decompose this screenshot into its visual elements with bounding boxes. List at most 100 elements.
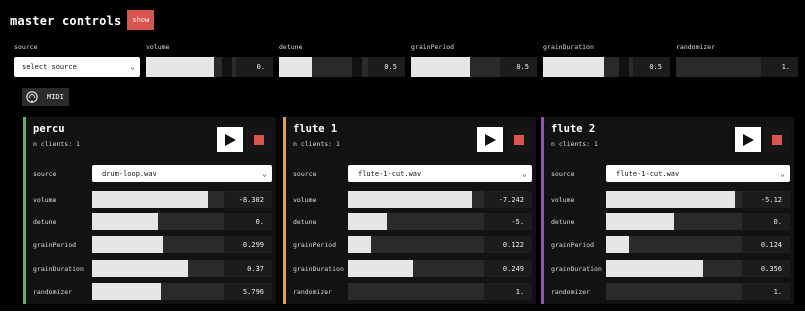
play-button[interactable] (217, 127, 243, 152)
panel-volume-value: -5.12 (742, 191, 790, 208)
slider-fill (606, 260, 703, 277)
slider-fill (92, 213, 158, 230)
panel-grainPeriod-label: grainPeriod (33, 240, 77, 249)
panel-volume-value: -8.302 (224, 191, 272, 208)
panel-grainDuration-value: 0.356 (742, 260, 790, 277)
panel-volume-row: volume -5.12 (541, 191, 794, 208)
panel-volume-slider[interactable]: -8.302 (92, 191, 272, 208)
panel-volume-label: volume (293, 195, 317, 204)
panel-randomizer-row: randomizer 1. (283, 283, 536, 300)
panel-title: flute 2 (551, 123, 596, 135)
slider-fill (92, 283, 161, 300)
master-label-grainPeriod: grainPeriod (411, 43, 455, 51)
panel-randomizer-slider[interactable]: 1. (348, 283, 532, 300)
panel-volume-row: volume -7.242 (283, 191, 536, 208)
panel-detune-slider[interactable]: 0. (92, 213, 272, 230)
panel-randomizer-slider[interactable]: 1. (606, 283, 790, 300)
panel-source-select[interactable]: flute-1-cut.wav ⌄ (606, 165, 790, 182)
panel-detune-value: 0. (742, 213, 790, 230)
panel-grainPeriod-row: grainPeriod 0.122 (283, 236, 536, 253)
panel-detune-label: detune (551, 217, 575, 226)
master-label-grainDuration: grainDuration (543, 43, 594, 51)
play-button[interactable] (735, 127, 761, 152)
master-randomizer-slider[interactable]: 1. (676, 57, 798, 77)
panel-grainDuration-row: grainDuration 0.249 (283, 260, 536, 277)
master-grainDuration-slider[interactable]: 0.5 (543, 57, 670, 77)
master-source-select[interactable]: select source ⌄ (14, 57, 140, 77)
master-detune-slider[interactable]: 0.5 (279, 57, 405, 77)
panel-randomizer-slider[interactable]: 5.796 (92, 283, 272, 300)
slider-fill (606, 236, 629, 253)
panel-grainDuration-label: grainDuration (33, 264, 84, 273)
panel-grainPeriod-label: grainPeriod (293, 240, 337, 249)
panel-volume-slider[interactable]: -5.12 (606, 191, 790, 208)
panel-clients-count: n clients: 1 (293, 140, 340, 148)
master-randomizer-value: 1. (761, 57, 798, 77)
panel-source-label: source (551, 169, 575, 178)
panel-volume-row: volume -8.302 (23, 191, 276, 208)
stop-icon (772, 134, 782, 145)
panel-volume-label: volume (33, 195, 57, 204)
panel-grainPeriod-slider[interactable]: 0.122 (348, 236, 532, 253)
play-button[interactable] (477, 127, 503, 152)
stop-button[interactable] (246, 127, 272, 152)
stop-icon (254, 134, 264, 145)
panel-clients-count: n clients: 1 (33, 140, 80, 148)
master-volume-slider[interactable]: 0. (146, 57, 273, 77)
master-grainDuration-value: 0.5 (633, 57, 670, 77)
page-title: master controls (10, 14, 122, 28)
slider-fill (92, 191, 208, 208)
panel-randomizer-value: 5.796 (224, 283, 272, 300)
panel-randomizer-value: 1. (742, 283, 790, 300)
panel-detune-row: detune 0. (541, 213, 794, 230)
panel-detune-value: 0. (224, 213, 272, 230)
master-grainPeriod-slider[interactable]: 0.5 (411, 57, 537, 77)
panel-grainDuration-slider[interactable]: 0.356 (606, 260, 790, 277)
panel-source-label: source (293, 169, 317, 178)
slider-fill (348, 236, 371, 253)
panel-randomizer-label: randomizer (551, 287, 591, 296)
panel-randomizer-value: 1. (484, 283, 532, 300)
midi-button[interactable]: MIDI (22, 88, 69, 106)
panel-volume-slider[interactable]: -7.242 (348, 191, 532, 208)
panel-source-row: source flute-1-cut.wav ⌄ (283, 165, 536, 182)
master-labels: source volume detune grainPeriod grainDu… (0, 43, 805, 53)
panel-randomizer-label: randomizer (293, 287, 333, 296)
panel-grainDuration-slider[interactable]: 0.249 (348, 260, 532, 277)
master-controls-row: select source ⌄ 0. 0.5 0.5 0.5 1. (0, 57, 805, 77)
play-icon (224, 133, 236, 146)
slider-track (606, 283, 742, 300)
slider-fill (606, 191, 735, 208)
show-button[interactable]: show (127, 10, 155, 30)
slider-fill (348, 213, 387, 230)
panel-source-select[interactable]: flute-1-cut.wav ⌄ (348, 165, 532, 182)
panel-source-row: source flute-1-cut.wav ⌄ (541, 165, 794, 182)
midi-label: MIDI (47, 93, 64, 101)
chevron-down-icon: ⌄ (130, 62, 135, 72)
header: master controls show (10, 10, 155, 30)
chevron-down-icon: ⌄ (522, 168, 527, 178)
panel-detune-slider[interactable]: 0. (606, 213, 790, 230)
master-detune-value: 0.5 (368, 57, 405, 77)
stop-button[interactable] (506, 127, 532, 152)
master-label-randomizer: randomizer (676, 43, 716, 51)
instrument-panel-1: flute 1 n clients: 1 source flute-1-cut.… (283, 117, 536, 304)
stop-button[interactable] (764, 127, 790, 152)
panel-randomizer-row: randomizer 1. (541, 283, 794, 300)
panel-grainDuration-slider[interactable]: 0.37 (92, 260, 272, 277)
master-label-source: source (14, 43, 38, 51)
panel-detune-label: detune (33, 217, 57, 226)
play-icon (742, 133, 754, 146)
panel-grainDuration-row: grainDuration 0.37 (23, 260, 276, 277)
panel-grainPeriod-row: grainPeriod 0.299 (23, 236, 276, 253)
panel-grainDuration-label: grainDuration (293, 264, 344, 273)
slider-fill (348, 191, 472, 208)
panel-grainPeriod-slider[interactable]: 0.299 (92, 236, 272, 253)
panel-grainDuration-row: grainDuration 0.356 (541, 260, 794, 277)
panel-source-value: drum-loop.wav (102, 169, 157, 178)
midi-connector-icon (26, 91, 38, 103)
master-label-detune: detune (279, 43, 303, 51)
panel-grainPeriod-slider[interactable]: 0.124 (606, 236, 790, 253)
panel-detune-slider[interactable]: -5. (348, 213, 532, 230)
panel-source-select[interactable]: drum-loop.wav ⌄ (92, 165, 272, 182)
